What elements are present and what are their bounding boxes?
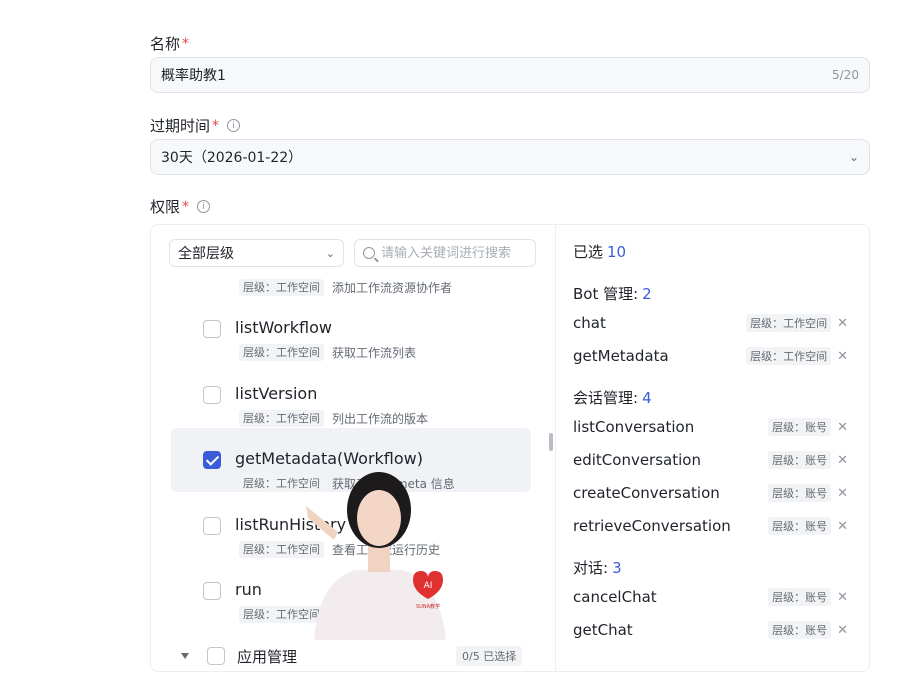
chevron-down-icon[interactable]: ⌄ (326, 247, 335, 260)
checkbox[interactable] (203, 582, 221, 600)
checkbox-checked[interactable] (203, 451, 221, 469)
perm-label: 权限 * i (150, 196, 211, 217)
group-name: 应用管理 (237, 647, 298, 666)
info-icon[interactable]: i (197, 200, 211, 213)
badge-text: AI (424, 581, 433, 591)
selected-category-name: Bot 管理: (573, 285, 639, 303)
list-scrollbar[interactable] (549, 433, 553, 451)
required-mark: * (182, 35, 190, 52)
caret-down-icon[interactable] (181, 653, 189, 659)
selected-item: createConversation 层级：账号 ✕ (573, 480, 848, 506)
selected-title: 已选 (573, 243, 604, 261)
selected-item-name: listConversation (573, 418, 695, 436)
presenter-hand (306, 506, 338, 540)
expiry-label-text: 过期时间 (150, 117, 211, 135)
permission-level-tag: 层级：工作空间 (239, 410, 324, 427)
checkbox[interactable] (203, 517, 221, 535)
name-label-text: 名称 (150, 35, 181, 53)
remove-icon[interactable]: ✕ (837, 316, 848, 331)
selected-category-count: 3 (612, 559, 622, 577)
permission-item-partial: 层级：工作空间 添加工作流资源协作者 (239, 279, 452, 296)
selected-category: 会话管理: 4 (573, 387, 652, 408)
checkbox[interactable] (203, 320, 221, 338)
selected-category: Bot 管理: 2 (573, 283, 652, 304)
selected-category-name: 会话管理: (573, 389, 639, 407)
selected-total-count: 10 (607, 243, 627, 261)
selected-category-count: 2 (642, 285, 652, 303)
remove-icon[interactable]: ✕ (837, 420, 848, 435)
selected-item-name: createConversation (573, 484, 720, 502)
name-input-value[interactable]: 概率助教1 (161, 65, 226, 85)
selected-item-level: 层级：账号 (768, 588, 832, 606)
permission-level-tag: 层级：工作空间 (239, 279, 324, 296)
selected-item: getChat 层级：账号 ✕ (573, 617, 848, 643)
info-icon[interactable]: i (227, 119, 241, 132)
selected-item-level: 层级：账号 (768, 451, 832, 469)
name-char-counter: 5/20 (832, 68, 859, 82)
group-row-app-management[interactable]: 应用管理 0/5 已选择 (151, 639, 555, 671)
presenter-overlay: AI SUNA教学 (306, 472, 446, 640)
remove-icon[interactable]: ✕ (837, 453, 848, 468)
permission-level-tag: 层级：工作空间 (239, 344, 324, 361)
search-icon (363, 247, 375, 259)
required-mark: * (212, 117, 220, 134)
selected-pane: 已选 10 Bot 管理: 2 chat 层级：工作空间 ✕ getMetadata 层级：工… (557, 225, 869, 671)
permission-meta: 层级：工作空间 列出工作流的版本 (239, 410, 428, 427)
permission-desc: 列出工作流的版本 (332, 412, 429, 426)
checkbox[interactable] (203, 386, 221, 404)
permission-name: listWorkflow (235, 318, 332, 337)
name-label: 名称 * (150, 33, 189, 54)
remove-icon[interactable]: ✕ (837, 349, 848, 364)
selected-item: chat 层级：工作空间 ✕ (573, 310, 848, 336)
group-selected-count: 0/5 已选择 (456, 646, 523, 666)
remove-icon[interactable]: ✕ (837, 519, 848, 534)
required-mark: * (182, 198, 190, 215)
selected-item-level: 层级：账号 (768, 621, 832, 639)
search-input[interactable] (381, 245, 521, 261)
selected-category: 对话: 3 (573, 557, 622, 578)
group-checkbox[interactable] (207, 647, 225, 665)
permission-panel: 全部层级 ⌄ 层级：工作空间 添加工作流资源协作者 listWorkflow 层级… (150, 224, 870, 672)
permission-name: run (235, 580, 262, 599)
selected-item-name: cancelChat (573, 588, 657, 606)
remove-icon[interactable]: ✕ (837, 623, 848, 638)
badge-caption: SUNA教学 (416, 603, 440, 610)
remove-icon[interactable]: ✕ (837, 590, 848, 605)
level-filter-value[interactable]: 全部层级 (178, 243, 234, 263)
selected-item-name: getChat (573, 621, 633, 639)
permission-desc: 添加工作流资源协作者 (332, 281, 453, 295)
presenter-face (357, 490, 401, 546)
name-input[interactable]: 概率助教1 5/20 (150, 57, 870, 93)
selected-item-name: getMetadata (573, 347, 669, 365)
selected-item-name: retrieveConversation (573, 517, 731, 535)
selected-item-level: 层级：账号 (768, 484, 832, 502)
search-box[interactable] (354, 239, 536, 267)
selected-item-level: 层级：工作空间 (746, 347, 832, 365)
remove-icon[interactable]: ✕ (837, 486, 848, 501)
selected-category-count: 4 (642, 389, 652, 407)
selected-item-level: 层级：账号 (768, 418, 832, 436)
expiry-select-value[interactable]: 30天（2026-01-22） (161, 147, 302, 167)
selected-item: editConversation 层级：账号 ✕ (573, 447, 848, 473)
selected-item-name: editConversation (573, 451, 701, 469)
permission-name: listVersion (235, 384, 318, 403)
level-filter-select[interactable]: 全部层级 ⌄ (169, 239, 344, 267)
selected-item-level: 层级：账号 (768, 517, 832, 535)
selected-header: 已选 10 (573, 241, 626, 262)
chevron-down-icon[interactable]: ⌄ (849, 150, 859, 164)
perm-label-text: 权限 (150, 198, 181, 216)
selected-item: cancelChat 层级：账号 ✕ (573, 584, 848, 610)
permission-desc: 获取工作流列表 (332, 346, 417, 360)
selected-item-name: chat (573, 314, 606, 332)
selected-category-name: 对话: (573, 559, 609, 577)
permission-meta: 层级：工作空间 获取工作流列表 (239, 344, 416, 361)
expiry-select[interactable]: 30天（2026-01-22） ⌄ (150, 139, 870, 175)
selected-item: getMetadata 层级：工作空间 ✕ (573, 343, 848, 369)
selected-item: listConversation 层级：账号 ✕ (573, 414, 848, 440)
selected-item: retrieveConversation 层级：账号 ✕ (573, 513, 848, 539)
expiry-label: 过期时间 * i (150, 115, 241, 136)
selected-item-level: 层级：工作空间 (746, 314, 832, 332)
